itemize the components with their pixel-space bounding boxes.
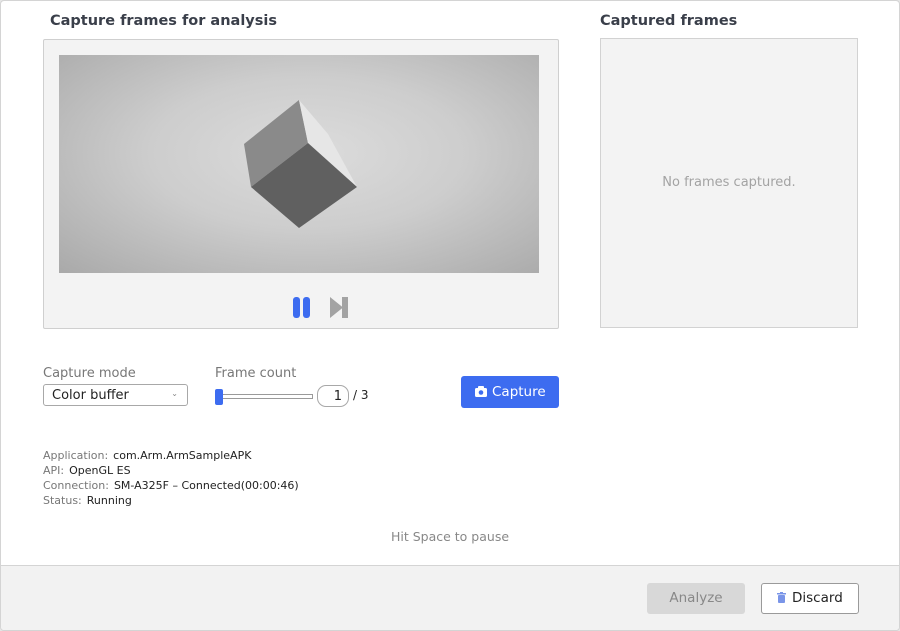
empty-state-text: No frames captured. (662, 175, 796, 190)
cube-render (244, 100, 357, 228)
info-api: API: OpenGL ES (43, 464, 131, 477)
frame-count-input[interactable]: 1 (317, 385, 349, 407)
step-forward-icon (330, 297, 348, 318)
captured-panel-title: Captured frames (600, 13, 738, 29)
dialog-footer: Analyze Discard (1, 565, 899, 630)
slider-thumb[interactable] (215, 389, 223, 405)
capture-dialog: Capture frames for analysis Captured fra… (0, 0, 900, 631)
capture-button-label: Capture (492, 384, 546, 400)
info-status: Status: Running (43, 494, 132, 507)
info-application: Application: com.Arm.ArmSampleAPK (43, 449, 252, 462)
analyze-button[interactable]: Analyze (647, 583, 745, 614)
captured-frames-panel: No frames captured. (600, 38, 858, 328)
capture-button[interactable]: Capture (461, 376, 559, 408)
camera-icon (475, 386, 487, 397)
live-preview-panel (43, 39, 559, 329)
pause-icon (293, 297, 300, 318)
live-preview-viewport (59, 55, 539, 273)
step-forward-button[interactable] (330, 297, 348, 318)
slider-track (219, 394, 313, 399)
capture-mode-select[interactable]: Color buffer ⌄ (43, 384, 188, 406)
capture-mode-label: Capture mode (43, 366, 136, 381)
frame-count-value: 1 (333, 389, 342, 404)
pause-button[interactable] (293, 297, 310, 318)
trash-icon (777, 592, 786, 603)
capture-mode-value: Color buffer (52, 388, 129, 403)
discard-button[interactable]: Discard (761, 583, 859, 614)
frame-count-slider[interactable] (215, 389, 313, 405)
capture-panel-title: Capture frames for analysis (50, 13, 277, 29)
pause-hint: Hit Space to pause (390, 529, 510, 544)
frame-count-label: Frame count (215, 366, 297, 381)
chevron-down-icon: ⌄ (171, 389, 178, 398)
info-connection: Connection: SM-A325F – Connected(00:00:46… (43, 479, 299, 492)
frame-count-max: / 3 (353, 388, 369, 402)
discard-button-label: Discard (792, 590, 843, 606)
